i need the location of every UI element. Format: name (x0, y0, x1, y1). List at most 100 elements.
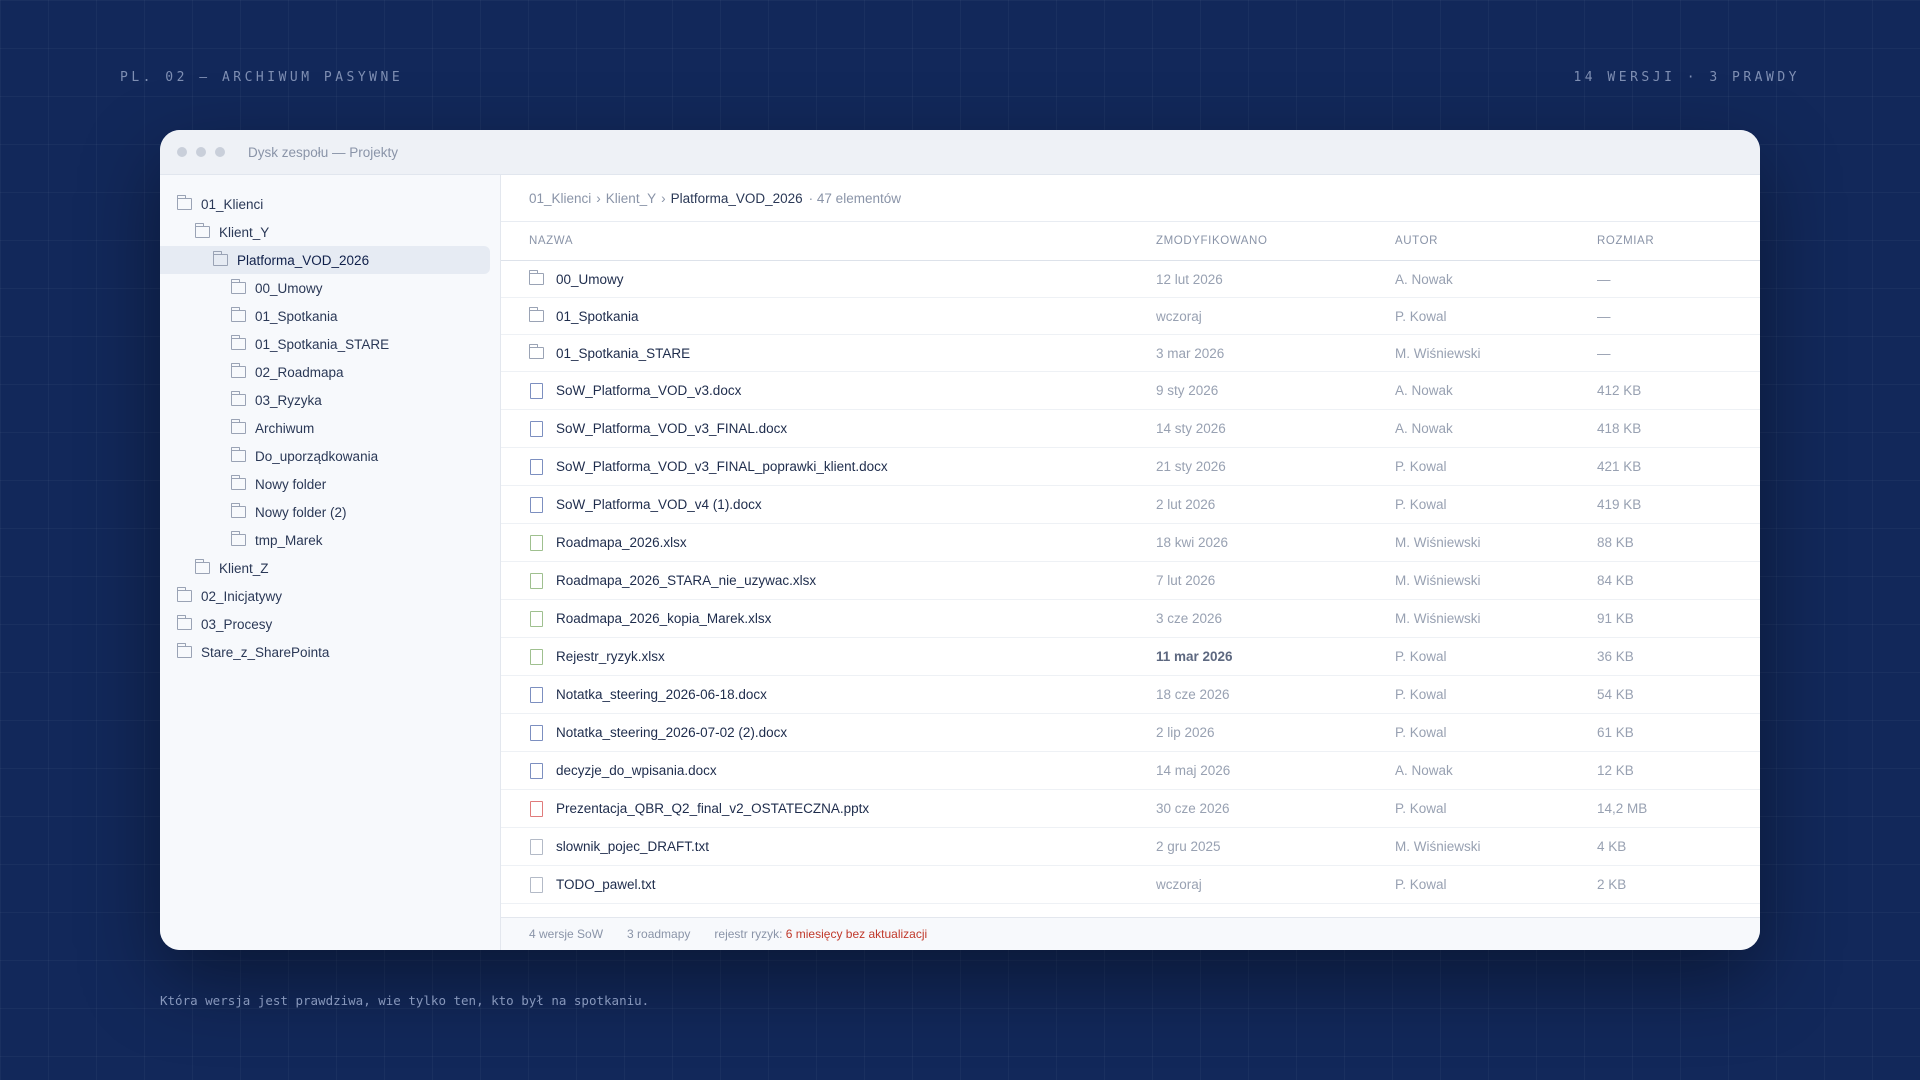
cell-name: Rejestr_ryzyk.xlsx (501, 648, 1156, 665)
cell-name: Roadmapa_2026.xlsx (501, 534, 1156, 551)
folder-icon (529, 270, 544, 285)
sidebar-item[interactable]: 03_Ryzyka (160, 386, 490, 414)
sidebar-item[interactable]: 01_Spotkania (160, 302, 490, 330)
sidebar-item[interactable]: 00_Umowy (160, 274, 490, 302)
table-row[interactable]: slownik_pojec_DRAFT.txt 2 gru 2025 M. Wiśn… (501, 828, 1760, 866)
table-row[interactable]: Roadmapa_2026_kopia_Marek.xlsx 3 cze 2026… (501, 600, 1760, 638)
footer-risk: rejestr ryzyk: 6 miesięcy bez aktualizac… (714, 927, 927, 941)
cell-modified: 18 kwi 2026 (1156, 535, 1229, 550)
table-row[interactable]: SoW_Platforma_VOD_v3.docx 9 sty 2026 A. No… (501, 372, 1760, 410)
cell-author: M. Wiśniewski (1395, 573, 1481, 588)
cell-modified: 3 cze 2026 (1156, 611, 1223, 626)
sidebar-item[interactable]: Nowy folder (2) (160, 498, 490, 526)
sidebar-item-label: 00_Umowy (255, 280, 323, 296)
file-name: decyzje_do_wpisania.docx (556, 763, 717, 778)
sidebar-item-label: Do_uporządkowania (255, 448, 379, 464)
table-row[interactable]: 01_Spotkania_STARE 3 mar 2026 M. Wiśniewsk… (501, 335, 1760, 372)
table-row[interactable]: 00_Umowy 12 lut 2026 A. Nowak — (501, 261, 1760, 298)
status-footer: 4 wersje SoW 3 roadmapy rejestr ryzyk: 6… (501, 917, 1760, 950)
sidebar-item-label: Platforma_VOD_2026 (237, 252, 370, 268)
file-name: SoW_Platforma_VOD_v4 (1).docx (556, 497, 762, 512)
cell-author: P. Kowal (1395, 308, 1447, 324)
folder-icon (231, 307, 246, 322)
footer-roadmaps: 3 roadmapy (627, 927, 691, 941)
column-header-author[interactable]: AUTOR (1395, 235, 1597, 247)
sidebar-item[interactable]: Platforma_VOD_2026 (160, 246, 490, 274)
table-row[interactable]: Roadmapa_2026_STARA_nie_uzywac.xlsx 7 lut… (501, 562, 1760, 600)
cell-name: 01_Spotkania (501, 307, 1156, 324)
table-row[interactable]: Rejestr_ryzyk.xlsx 11 mar 2026 P. Kowal 36 … (501, 638, 1760, 676)
cell-author: M. Wiśniewski (1395, 535, 1481, 550)
breadcrumb-current: Platforma_VOD_2026 (670, 190, 803, 206)
cell-modified: 3 mar 2026 (1156, 345, 1225, 361)
sidebar-item[interactable]: Klient_Z (160, 554, 490, 582)
file-name: Prezentacja_QBR_Q2_final_v2_OSTATECZNA.p… (556, 801, 870, 816)
table-row[interactable]: TODO_pawel.txt wczoraj P. Kowal 2 KB (501, 866, 1760, 904)
cell-size: 4 KB (1597, 839, 1627, 854)
table-row[interactable]: SoW_Platforma_VOD_v4 (1).docx 2 lut 2026 P… (501, 486, 1760, 524)
folder-icon (195, 559, 210, 574)
sidebar-item[interactable]: Archiwum (160, 414, 490, 442)
breadcrumb-item[interactable]: Klient_Y (606, 191, 656, 206)
sidebar-item-label: 03_Procesy (201, 616, 273, 632)
cell-author: P. Kowal (1395, 877, 1447, 892)
cell-size: — (1597, 271, 1611, 287)
cell-size: 2 KB (1597, 877, 1627, 892)
sidebar-item[interactable]: Nowy folder (160, 470, 490, 498)
file-icon (530, 762, 543, 779)
sidebar-item-label: Stare_z_SharePointa (201, 644, 330, 660)
sidebar-item[interactable]: 02_Roadmapa (160, 358, 490, 386)
folder-icon (231, 363, 246, 378)
sidebar-item[interactable]: 01_Spotkania_STARE (160, 330, 490, 358)
cell-size: 91 KB (1597, 611, 1634, 626)
table-row[interactable]: Roadmapa_2026.xlsx 18 kwi 2026 M. Wiśniews… (501, 524, 1760, 562)
sidebar-item-label: 01_Klienci (201, 196, 264, 212)
sidebar-item[interactable]: Do_uporządkowania (160, 442, 490, 470)
file-name: TODO_pawel.txt (556, 877, 656, 892)
column-header-name[interactable]: NAZWA (501, 235, 1156, 247)
sidebar-item[interactable]: 03_Procesy (160, 610, 490, 638)
cell-author: A. Nowak (1395, 421, 1453, 436)
folder-icon (231, 279, 246, 294)
cell-name: SoW_Platforma_VOD_v3.docx (501, 382, 1156, 399)
table-row[interactable]: SoW_Platforma_VOD_v3_FINAL.docx 14 sty 20… (501, 410, 1760, 448)
file-name: Notatka_steering_2026-07-02 (2).docx (556, 725, 788, 740)
column-header-size[interactable]: ROZMIAR (1597, 235, 1717, 247)
window-minimize-dot[interactable] (196, 147, 206, 157)
table-row[interactable]: Notatka_steering_2026-06-18.docx 18 cze 2… (501, 676, 1760, 714)
table-row[interactable]: decyzje_do_wpisania.docx 14 maj 2026 A. No… (501, 752, 1760, 790)
window-close-dot[interactable] (177, 147, 187, 157)
cell-name: SoW_Platforma_VOD_v3_FINAL_poprawki_klie… (501, 458, 1156, 475)
sidebar-item[interactable]: Stare_z_SharePointa (160, 638, 490, 666)
cell-author: A. Nowak (1395, 763, 1453, 778)
column-header-modified[interactable]: ZMODYFIKOWANO (1156, 235, 1395, 247)
window-title: Dysk zespołu — Projekty (248, 144, 399, 160)
table-row[interactable]: 01_Spotkania wczoraj P. Kowal — (501, 298, 1760, 335)
sidebar-item[interactable]: Klient_Y (160, 218, 490, 246)
window-maximize-dot[interactable] (215, 147, 225, 157)
cell-author: A. Nowak (1395, 383, 1453, 398)
cell-name: Notatka_steering_2026-07-02 (2).docx (501, 724, 1156, 741)
file-name: Rejestr_ryzyk.xlsx (556, 649, 665, 664)
cell-size: 412 KB (1597, 383, 1642, 398)
sidebar-item-label: 01_Spotkania_STARE (255, 336, 390, 352)
table-row[interactable]: Prezentacja_QBR_Q2_final_v2_OSTATECZNA.p… (501, 790, 1760, 828)
breadcrumb-item[interactable]: 01_Klienci (529, 191, 591, 206)
cell-size: 54 KB (1597, 687, 1634, 702)
file-icon (530, 458, 543, 475)
sidebar-item[interactable]: 01_Klienci (160, 190, 490, 218)
sidebar-item[interactable]: tmp_Marek (160, 526, 490, 554)
cell-author: M. Wiśniewski (1395, 345, 1481, 361)
sidebar-item-label: Archiwum (255, 420, 315, 436)
table-row[interactable]: SoW_Platforma_VOD_v3_FINAL_poprawki_klie… (501, 448, 1760, 486)
cell-name: Roadmapa_2026_STARA_nie_uzywac.xlsx (501, 572, 1156, 589)
sidebar-item-label: Nowy folder (255, 476, 327, 492)
folder-icon (177, 615, 192, 630)
table-row[interactable]: Notatka_steering_2026-07-02 (2).docx 2 li… (501, 714, 1760, 752)
folder-icon (213, 251, 228, 266)
file-browser-window: Dysk zespołu — Projekty 01_Klienci Klient… (160, 130, 1760, 950)
file-name: SoW_Platforma_VOD_v3_FINAL.docx (556, 421, 788, 436)
sidebar-item[interactable]: 02_Inicjatywy (160, 582, 490, 610)
footer-versions: 4 wersje SoW (529, 927, 604, 941)
sidebar-item-label: 02_Roadmapa (255, 364, 344, 380)
